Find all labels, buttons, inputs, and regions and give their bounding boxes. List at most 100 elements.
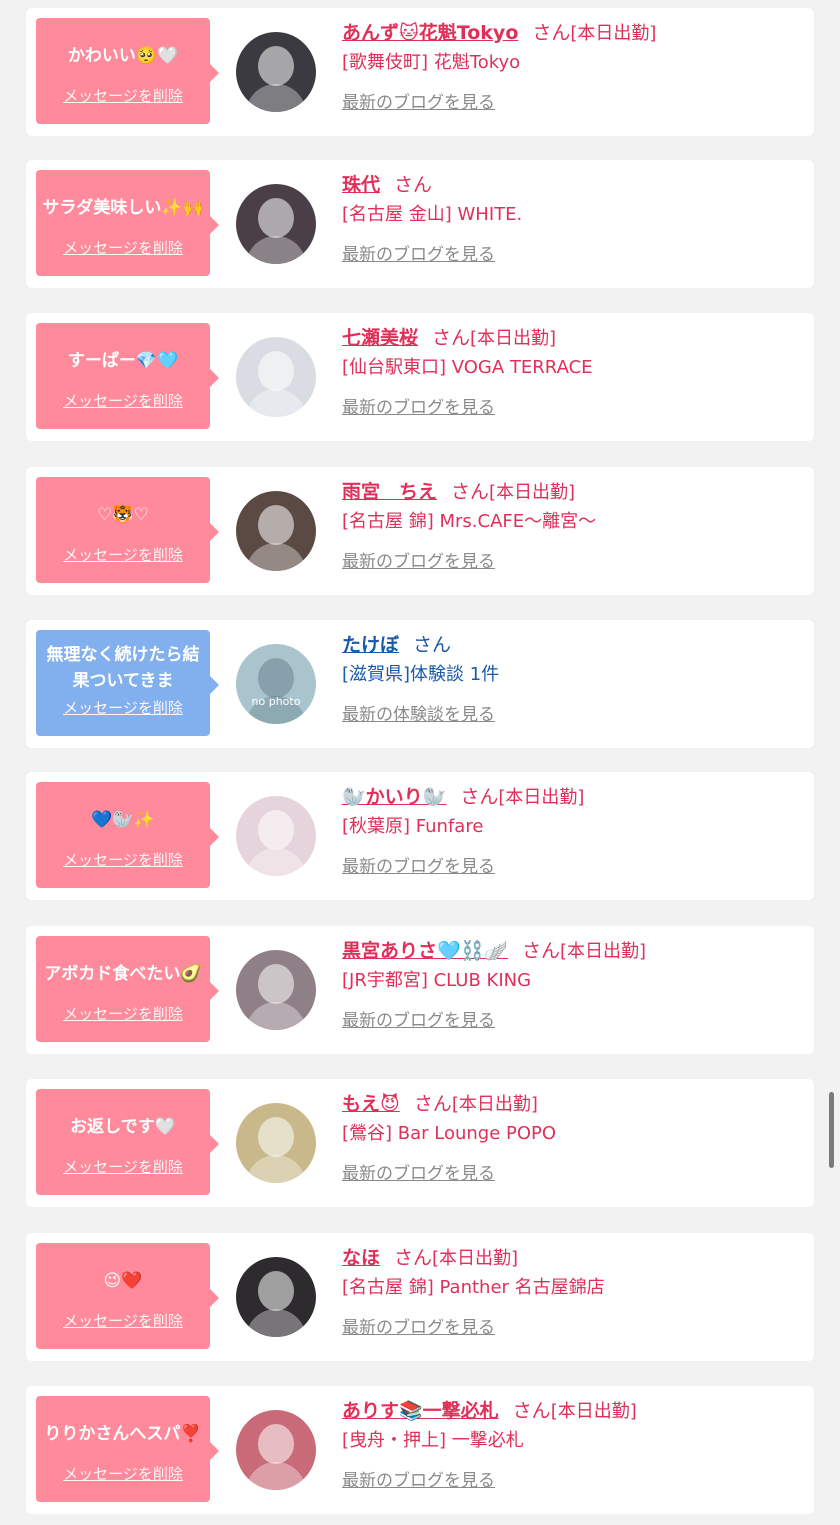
message-bubble: かわいい🥺🤍 メッセージを削除 [36, 18, 219, 124]
delete-message-link[interactable]: メッセージを削除 [36, 85, 210, 106]
honorific: さん [413, 1093, 452, 1115]
user-name-link[interactable]: 雨宮 ちえ [342, 481, 437, 503]
honorific: さん [521, 940, 560, 962]
delete-message-link[interactable]: メッセージを削除 [36, 697, 210, 718]
shop-label: [曳舟・押上] 一撃必札 [342, 1430, 524, 1451]
honorific: さん [512, 1400, 551, 1422]
avatar[interactable] [236, 1257, 316, 1337]
status-badge: [本日出勤] [489, 482, 576, 503]
status-badge: [本日出勤] [498, 787, 585, 808]
message-bubble: サラダ美味しい✨🙌 メッセージを削除 [36, 170, 219, 276]
message-text: お返しです🤍 [70, 1117, 176, 1137]
delete-message-link[interactable]: メッセージを削除 [36, 1003, 210, 1024]
user-name-link[interactable]: あんず🐱花魁Tokyo [342, 22, 518, 44]
status-badge: [本日出勤] [550, 1401, 637, 1422]
avatar[interactable] [236, 796, 316, 876]
shop-label: [歌舞伎町] 花魁Tokyo [342, 52, 521, 73]
shop-label: [名古屋 錦] Panther 名古屋錦店 [342, 1277, 605, 1298]
latest-blog-link[interactable]: 最新のブログを見る [342, 393, 495, 423]
shop-label: [仙台駅東口] VOGA TERRACE [342, 357, 593, 378]
avatar[interactable] [236, 32, 316, 112]
delete-message-link[interactable]: メッセージを削除 [36, 237, 210, 258]
list-item: すーぱー💎🩵 メッセージを削除 七瀬美桜 さん[本日出勤] [仙台駅東口] VOG… [26, 313, 814, 441]
avatar[interactable] [236, 491, 316, 571]
user-name-link[interactable]: 🦭かいり🦭 [342, 786, 446, 808]
honorific: さん [451, 481, 490, 503]
honorific: さん [532, 22, 571, 44]
list-item: かわいい🥺🤍 メッセージを削除 あんず🐱花魁Tokyo さん[本日出勤] [歌舞伎… [26, 8, 814, 136]
shop-label: [鶯谷] Bar Lounge POPO [342, 1123, 557, 1144]
honorific: さん [413, 634, 452, 656]
message-text: サラダ美味しい✨🙌 [42, 198, 204, 218]
latest-blog-link[interactable]: 最新のブログを見る [342, 852, 495, 882]
latest-blog-link[interactable]: 最新のブログを見る [342, 240, 495, 270]
list-item: アボカド食べたい🥑 メッセージを削除 黒宮ありさ🩵⛓️🪽 さん[本日出勤] [JR… [26, 926, 814, 1054]
message-text: かわいい🥺🤍 [67, 46, 179, 66]
latest-blog-link[interactable]: 最新のブログを見る [342, 1006, 495, 1036]
message-bubble: アボカド食べたい🥑 メッセージを削除 [36, 936, 219, 1042]
honorific: さん [394, 174, 433, 196]
message-text: アボカド食べたい🥑 [44, 964, 202, 984]
user-name-link[interactable]: もえ😈 [342, 1093, 400, 1115]
delete-message-link[interactable]: メッセージを削除 [36, 1310, 210, 1331]
list-item: お返しです🤍 メッセージを削除 もえ😈 さん[本日出勤] [鶯谷] Bar Lou… [26, 1079, 814, 1207]
latest-blog-link[interactable]: 最新のブログを見る [342, 1313, 495, 1343]
shop-label: [JR宇都宮] CLUB KING [342, 970, 532, 991]
avatar[interactable] [236, 184, 316, 264]
user-name-link[interactable]: たけぼ [342, 634, 399, 656]
latest-blog-link[interactable]: 最新のブログを見る [342, 1159, 495, 1189]
list-item: りりかさんへスパ❣️ メッセージを削除 ありす📚一撃必札 さん[本日出勤] [曳舟… [26, 1386, 814, 1514]
latest-review-link[interactable]: 最新の体験談を見る [342, 700, 495, 730]
avatar[interactable] [236, 1410, 316, 1490]
honorific: さん [432, 327, 471, 349]
list-item: 😉❤️ メッセージを削除 なほ さん[本日出勤] [名古屋 錦] Panther … [26, 1233, 814, 1361]
message-text: 💙🦭✨ [91, 810, 155, 830]
message-text: すーぱー💎🩵 [67, 351, 179, 371]
delete-message-link[interactable]: メッセージを削除 [36, 849, 210, 870]
status-badge: [本日出勤] [451, 1094, 538, 1115]
list-item: 無理なく続けたら結果ついてきま メッセージを削除 no photo たけぼ さん … [26, 620, 814, 748]
avatar[interactable]: no photo [236, 644, 316, 724]
message-bubble: ♡🐯♡ メッセージを削除 [36, 477, 219, 583]
shop-label: [名古屋 錦] Mrs.CAFE～離宮～ [342, 511, 597, 532]
delete-message-link[interactable]: メッセージを削除 [36, 390, 210, 411]
user-name-link[interactable]: 黒宮ありさ🩵⛓️🪽 [342, 940, 508, 962]
message-bubble: すーぱー💎🩵 メッセージを削除 [36, 323, 219, 429]
latest-blog-link[interactable]: 最新のブログを見る [342, 88, 495, 118]
message-bubble: お返しです🤍 メッセージを削除 [36, 1089, 219, 1195]
honorific: さん [394, 1247, 433, 1269]
message-text: 無理なく続けたら結果ついてきま [46, 645, 200, 691]
user-name-link[interactable]: 七瀬美桜 [342, 327, 418, 349]
message-bubble: 💙🦭✨ メッセージを削除 [36, 782, 219, 888]
latest-blog-link[interactable]: 最新のブログを見る [342, 547, 495, 577]
avatar[interactable] [236, 1103, 316, 1183]
message-text: 😉❤️ [103, 1271, 143, 1291]
message-bubble: 😉❤️ メッセージを削除 [36, 1243, 219, 1349]
list-item: 💙🦭✨ メッセージを削除 🦭かいり🦭 さん[本日出勤] [秋葉原] Funfare… [26, 772, 814, 900]
message-text: りりかさんへスパ❣️ [44, 1424, 202, 1444]
message-text: ♡🐯♡ [97, 505, 149, 525]
honorific: さん [460, 786, 499, 808]
user-name-link[interactable]: 珠代 [342, 174, 380, 196]
user-name-link[interactable]: なほ [342, 1247, 380, 1269]
status-badge: [本日出勤] [432, 1248, 519, 1269]
status-badge: [本日出勤] [570, 23, 657, 44]
list-item: ♡🐯♡ メッセージを削除 雨宮 ちえ さん[本日出勤] [名古屋 錦] Mrs.C… [26, 467, 814, 595]
avatar[interactable] [236, 950, 316, 1030]
shop-label: [秋葉原] Funfare [342, 816, 484, 837]
status-badge: [本日出勤] [560, 941, 647, 962]
delete-message-link[interactable]: メッセージを削除 [36, 1156, 210, 1177]
latest-blog-link[interactable]: 最新のブログを見る [342, 1466, 495, 1496]
list-item: サラダ美味しい✨🙌 メッセージを削除 珠代 さん [名古屋 金山] WHITE. … [26, 160, 814, 288]
shop-label: [滋賀県]体験談 1件 [342, 664, 500, 685]
scrollbar[interactable] [829, 1092, 834, 1168]
shop-label: [名古屋 金山] WHITE. [342, 204, 523, 225]
status-badge: [本日出勤] [470, 328, 557, 349]
message-bubble: 無理なく続けたら結果ついてきま メッセージを削除 [36, 630, 219, 736]
user-name-link[interactable]: ありす📚一撃必札 [342, 1400, 499, 1422]
avatar[interactable] [236, 337, 316, 417]
delete-message-link[interactable]: メッセージを削除 [36, 1463, 210, 1484]
delete-message-link[interactable]: メッセージを削除 [36, 544, 210, 565]
message-bubble: りりかさんへスパ❣️ メッセージを削除 [36, 1396, 219, 1502]
no-photo-label: no photo [251, 695, 301, 708]
